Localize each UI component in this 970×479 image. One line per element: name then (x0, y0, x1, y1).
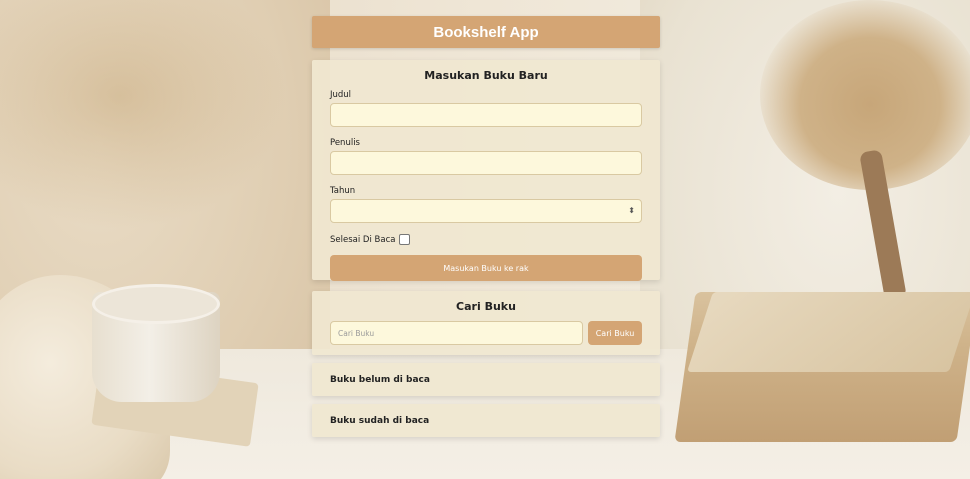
app-header: Bookshelf App (312, 16, 660, 48)
search-row: Cari Buku Cari Buku (330, 321, 642, 345)
unread-shelf-title: Buku belum di baca (330, 374, 430, 385)
finished-row: Selesai Di Baca (330, 234, 642, 245)
title-input[interactable] (330, 103, 642, 127)
app-title: Bookshelf App (433, 23, 539, 41)
search-section: Cari Buku Cari Buku Cari Buku (312, 291, 660, 355)
background-book-cover (687, 292, 970, 372)
read-shelf: Buku sudah di baca (312, 404, 660, 437)
finished-label: Selesai Di Baca (330, 234, 396, 245)
year-label: Tahun (330, 186, 356, 196)
bookshelf-app: Bookshelf App Masukan Buku Baru Judul Pe… (312, 16, 660, 437)
author-input[interactable] (330, 151, 642, 175)
add-book-form: Masukan Buku Baru Judul Penulis Tahun ⬍ … (312, 60, 660, 281)
year-input[interactable]: ⬍ (330, 199, 642, 223)
submit-book-button[interactable]: Masukan Buku ke rak (330, 255, 642, 281)
number-spinner-icon[interactable]: ⬍ (628, 207, 635, 215)
search-button[interactable]: Cari Buku (588, 321, 642, 345)
title-label: Judul (330, 90, 352, 100)
unread-shelf: Buku belum di baca (312, 363, 660, 396)
finished-checkbox[interactable] (399, 234, 411, 245)
read-shelf-title: Buku sudah di baca (330, 415, 430, 426)
author-label: Penulis (330, 138, 360, 148)
search-title: Cari Buku (456, 300, 516, 313)
background-cup-rim (92, 284, 220, 324)
background-branch-leaves (0, 0, 300, 240)
add-book-title: Masukan Buku Baru (424, 69, 548, 82)
search-input[interactable]: Cari Buku (330, 321, 583, 345)
